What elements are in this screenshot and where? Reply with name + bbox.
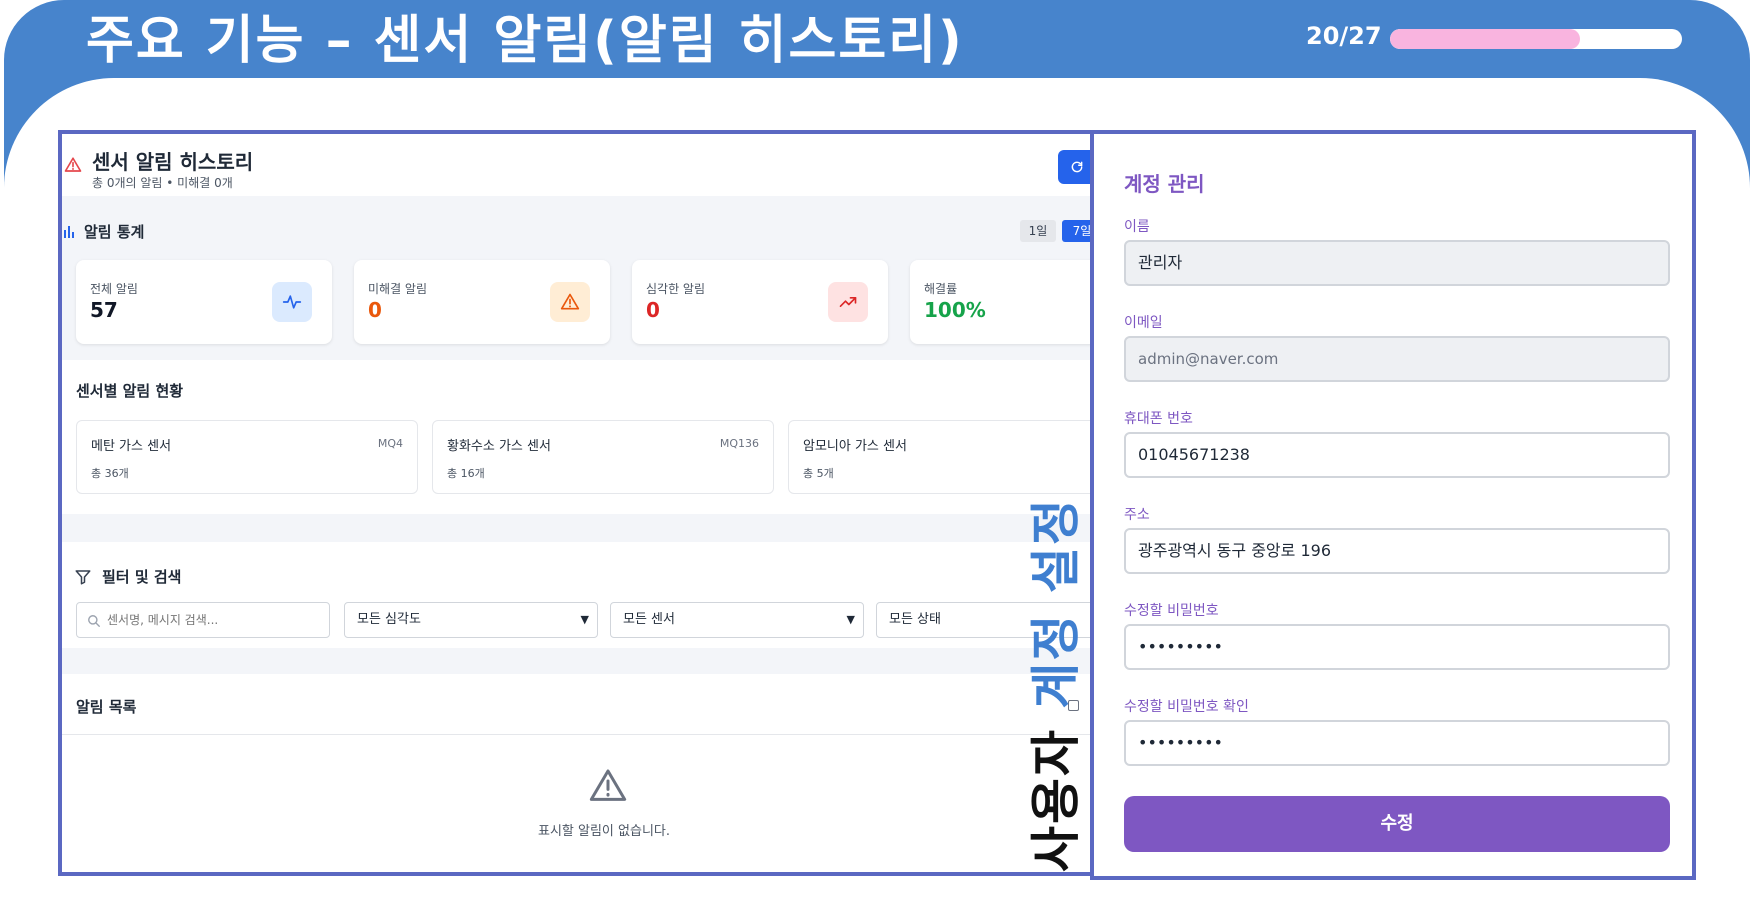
confirm-password-field[interactable]: •••••••••: [1124, 720, 1670, 766]
select-value: 모든 상태: [889, 612, 941, 627]
alert-list-title: 알림 목록: [76, 698, 137, 716]
sensor-card[interactable]: 암모니아 가스 센서 M 총 5개: [788, 420, 1090, 494]
chevron-down-icon: ▼: [580, 613, 589, 626]
address-field[interactable]: 광주광역시 동구 중앙로 196: [1124, 528, 1670, 574]
new-password-field[interactable]: •••••••••: [1124, 624, 1670, 670]
filter-title: 필터 및 검색: [102, 568, 182, 586]
stat-label: 심각한 알림: [646, 282, 706, 296]
stat-label: 해결률: [924, 282, 958, 296]
sensor-section-title: 센서별 알림 현황: [76, 382, 184, 400]
stat-icon-box: [272, 282, 312, 322]
vertical-caption: 사용자 계정 설정: [1026, 497, 1086, 872]
stat-card-critical: 심각한 알림 0: [632, 260, 888, 344]
address-label: 주소: [1124, 507, 1150, 523]
severity-select[interactable]: 모든 심각도 ▼: [344, 602, 598, 638]
stat-card-resolution-rate: 해결률 100%: [910, 260, 1090, 344]
stat-label: 전체 알림: [90, 282, 138, 296]
search-box: [76, 602, 330, 638]
stats-title: 알림 통계: [84, 223, 145, 241]
slide-progress-fill: [1390, 29, 1580, 49]
stat-value: 100%: [924, 298, 986, 322]
sensor-code: MQ4: [377, 437, 403, 450]
stat-icon-box: [828, 282, 868, 322]
refresh-button[interactable]: [1058, 150, 1090, 184]
name-label: 이름: [1124, 219, 1150, 235]
select-value: 모든 심각도: [357, 612, 421, 627]
stat-value: 0: [368, 298, 382, 322]
search-icon: [88, 615, 100, 627]
account-title: 계정 관리: [1124, 172, 1205, 196]
chevron-down-icon: ▼: [846, 613, 855, 626]
page-counter: 20/27: [1306, 22, 1382, 50]
sensor-alert-section: 센서별 알림 현황 메탄 가스 센서 MQ4 총 36개 황화수소 가스 센서 …: [62, 360, 1090, 514]
history-header: 센서 알림 히스토리 총 0개의 알림 • 미해결 0개: [62, 134, 1090, 196]
confirm-password-label: 수정할 비밀번호 확인: [1124, 699, 1249, 715]
search-input[interactable]: [107, 603, 327, 637]
stats-header: 알림 통계 1일 7일: [62, 218, 1090, 248]
sensor-count: 총 16개: [447, 467, 485, 480]
stat-card-total: 전체 알림 57: [76, 260, 332, 344]
warning-icon: [64, 157, 82, 172]
stat-label: 미해결 알림: [368, 282, 428, 296]
range-1day-button[interactable]: 1일: [1020, 220, 1056, 242]
refresh-icon: [1071, 161, 1083, 173]
sensor-code: MQ136: [719, 437, 759, 450]
alert-list-section: 알림 목록 표시할 알림이 없습니다.: [62, 674, 1090, 872]
sensor-count: 총 5개: [803, 467, 834, 480]
sensor-card[interactable]: 메탄 가스 센서 MQ4 총 36개: [76, 420, 418, 494]
email-field[interactable]: admin@naver.com: [1124, 336, 1670, 382]
alert-history-screenshot: 센서 알림 히스토리 총 0개의 알림 • 미해결 0개 알림 통계 1일 7일…: [58, 130, 1094, 876]
sensor-select[interactable]: 모든 센서 ▼: [610, 602, 864, 638]
divider: [62, 734, 1090, 735]
new-password-label: 수정할 비밀번호: [1124, 603, 1219, 619]
stat-value: 0: [646, 298, 660, 322]
name-field[interactable]: 관리자: [1124, 240, 1670, 286]
sensor-name: 암모니아 가스 센서: [803, 439, 907, 454]
slide-progress-bar: [1390, 29, 1682, 49]
stat-card-unresolved: 미해결 알림 0: [354, 260, 610, 344]
select-value: 모든 센서: [623, 612, 675, 627]
filter-icon: [75, 570, 91, 585]
sensor-name: 메탄 가스 센서: [91, 439, 172, 454]
stat-icon-box: [550, 282, 590, 322]
history-subtitle: 총 0개의 알림 • 미해결 0개: [92, 176, 233, 190]
sensor-name: 황화수소 가스 센서: [447, 439, 551, 454]
sensor-card[interactable]: 황화수소 가스 센서 MQ136 총 16개: [432, 420, 774, 494]
warning-icon: [560, 293, 580, 310]
warning-icon: [589, 769, 627, 801]
trend-up-icon: [839, 297, 857, 307]
slide-title: 주요 기능 – 센서 알림(알림 히스토리): [86, 11, 964, 71]
filter-section: 필터 및 검색 모든 심각도 ▼ 모든 센서 ▼ 모든 상태: [62, 542, 1090, 648]
caption-blue: 계정 설정: [1027, 497, 1085, 709]
stat-value: 57: [90, 298, 118, 322]
account-settings-screenshot: 계정 관리 이름 관리자 이메일 admin@naver.com 휴대폰 번호 …: [1090, 130, 1696, 880]
history-title: 센서 알림 히스토리: [92, 150, 254, 174]
sensor-count: 총 36개: [91, 467, 129, 480]
alert-history-page: 센서 알림 히스토리 총 0개의 알림 • 미해결 0개 알림 통계 1일 7일…: [62, 134, 1090, 872]
phone-field[interactable]: 01045671238: [1124, 432, 1670, 478]
caption-black: 사용자: [1027, 728, 1085, 872]
email-label: 이메일: [1124, 315, 1163, 331]
phone-label: 휴대폰 번호: [1124, 411, 1193, 427]
submit-button[interactable]: 수정: [1124, 796, 1670, 852]
empty-state-text: 표시할 알림이 없습니다.: [538, 824, 670, 839]
bar-chart-icon: [64, 226, 74, 238]
pulse-icon: [282, 295, 302, 309]
